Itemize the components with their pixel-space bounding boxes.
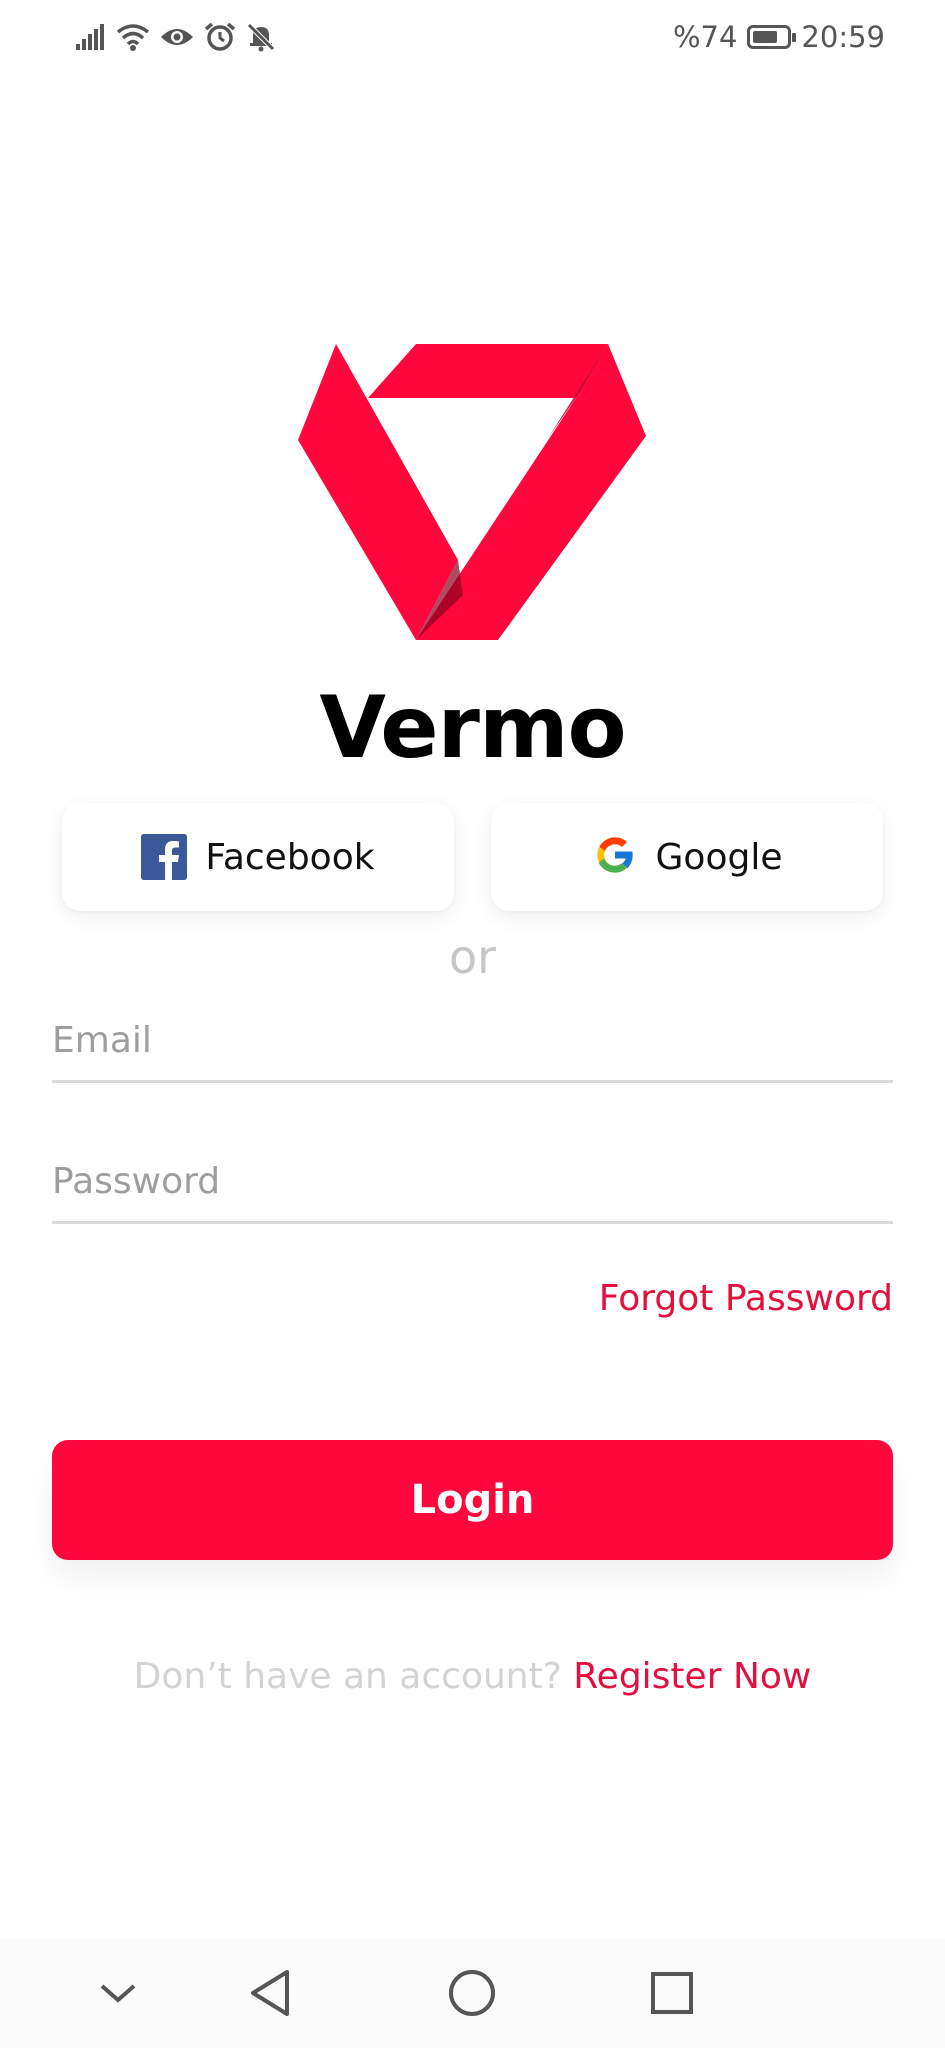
alarm-icon	[204, 22, 236, 52]
status-right: %74 20:59	[673, 20, 885, 54]
register-row: Don’t have an account? Register Now	[0, 1656, 945, 1697]
google-icon	[592, 832, 638, 882]
chevron-down-icon[interactable]	[83, 1958, 153, 2028]
email-input[interactable]	[52, 1000, 893, 1080]
back-icon[interactable]	[235, 1958, 305, 2028]
or-divider: or	[448, 930, 497, 984]
status-bar: %74 20:59	[0, 0, 945, 82]
vermo-logo	[298, 344, 646, 640]
google-label: Google	[655, 836, 783, 878]
status-icons	[76, 22, 276, 52]
battery-icon	[747, 25, 797, 49]
register-now-link[interactable]: Register Now	[573, 1656, 811, 1697]
google-login-button[interactable]: Google	[491, 803, 883, 911]
notifications-off-icon	[246, 22, 276, 52]
system-nav-bar	[0, 1938, 945, 2048]
password-field[interactable]	[52, 1141, 893, 1224]
wifi-icon	[116, 23, 150, 51]
battery-percent: %74	[672, 20, 738, 54]
app-title: Vermo	[319, 678, 626, 778]
password-input[interactable]	[52, 1141, 893, 1221]
forgot-password-link[interactable]: Forgot Password	[599, 1278, 893, 1319]
register-prompt: Don’t have an account?	[133, 1656, 562, 1697]
battery-level-fill	[753, 31, 778, 43]
facebook-icon	[141, 834, 188, 880]
login-button[interactable]: Login	[52, 1440, 893, 1560]
home-icon[interactable]	[437, 1958, 507, 2028]
facebook-login-button[interactable]: Facebook	[62, 803, 454, 911]
facebook-label: Facebook	[205, 836, 375, 878]
email-field[interactable]	[52, 1000, 893, 1083]
eye-icon	[160, 25, 194, 49]
signal-icon	[76, 24, 106, 50]
clock: 20:59	[801, 20, 885, 54]
recents-icon[interactable]	[637, 1958, 707, 2028]
